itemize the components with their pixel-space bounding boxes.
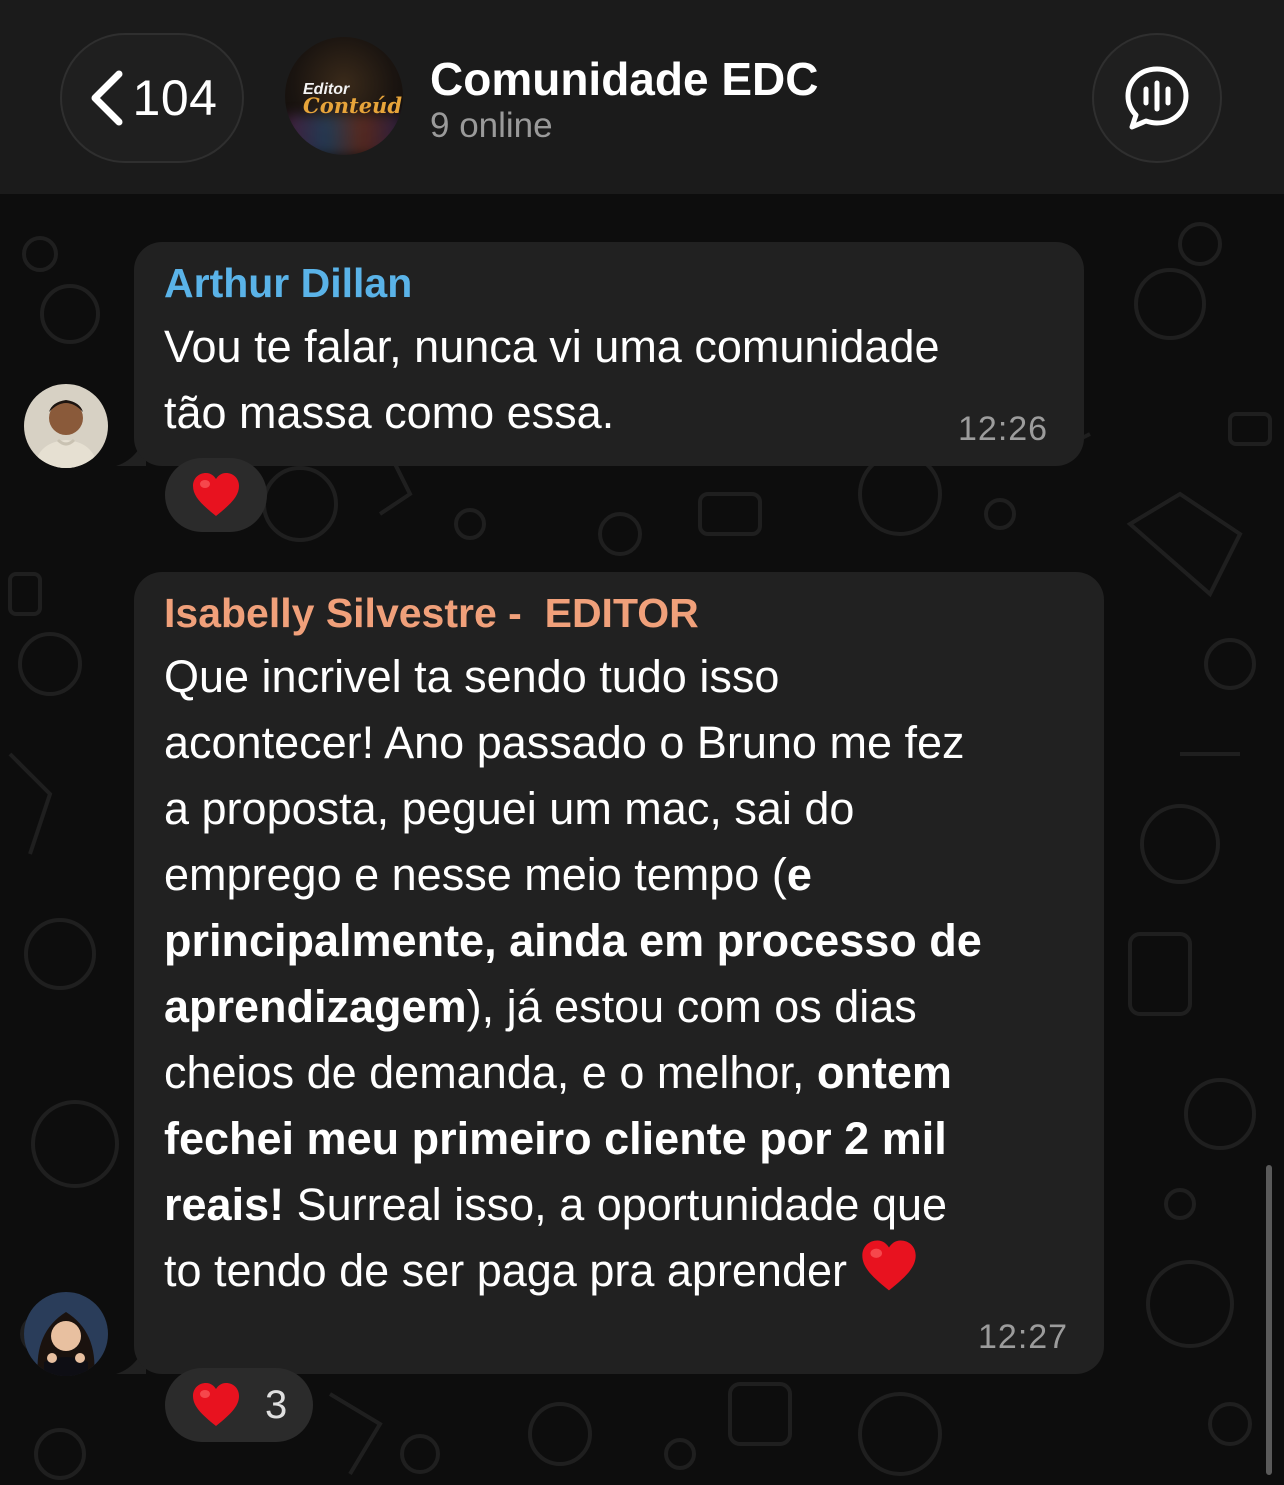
avatar-isabelly-silvestre[interactable]: [24, 1292, 108, 1376]
chevron-left-icon: [91, 70, 123, 126]
avatar-arthur-dillan[interactable]: [24, 384, 108, 468]
voice-chat-icon: [1125, 66, 1189, 130]
user-photo-icon: [24, 1292, 108, 1376]
group-avatar[interactable]: Editor Conteúdo: [285, 37, 403, 155]
message-time: 12:27: [978, 1318, 1069, 1356]
sender-name[interactable]: Isabelly Silvestre - EDITOR: [164, 590, 699, 637]
message-text: Que incrivel ta sendo tudo isso acontece…: [164, 644, 1094, 1304]
back-button[interactable]: 104: [60, 33, 244, 163]
reaction-heart[interactable]: 3: [165, 1368, 313, 1442]
message-text-part: Que incrivel ta sendo tudo isso acontece…: [164, 651, 965, 900]
message-text: Vou te falar, nunca vi uma comunidade tã…: [164, 321, 940, 438]
message-bubble[interactable]: Isabelly Silvestre - EDITOR Que incrivel…: [134, 572, 1104, 1374]
user-photo-icon: [24, 384, 108, 468]
chat-title[interactable]: Comunidade EDC: [430, 52, 818, 106]
heart-emoji-icon: [861, 1240, 916, 1291]
avatar-logo-bottom: Conteúdo: [303, 93, 403, 118]
message-time: 12:26: [958, 410, 1049, 448]
avatar-glow: [285, 115, 403, 155]
heart-icon: [193, 1383, 239, 1426]
reaction-heart[interactable]: [165, 458, 267, 532]
heart-icon: [193, 473, 239, 516]
voice-chat-button[interactable]: [1092, 33, 1222, 163]
sender-name[interactable]: Arthur Dillan: [164, 260, 412, 307]
chat-header: 104 Editor Conteúdo Comunidade EDC 9 onl…: [0, 0, 1284, 194]
online-status: 9 online: [430, 106, 553, 145]
scrollbar[interactable]: [1266, 1165, 1272, 1475]
reaction-count: 3: [265, 1382, 288, 1427]
message-bubble[interactable]: Arthur Dillan Vou te falar, nunca vi uma…: [134, 242, 1084, 466]
unread-count: 104: [132, 70, 218, 126]
